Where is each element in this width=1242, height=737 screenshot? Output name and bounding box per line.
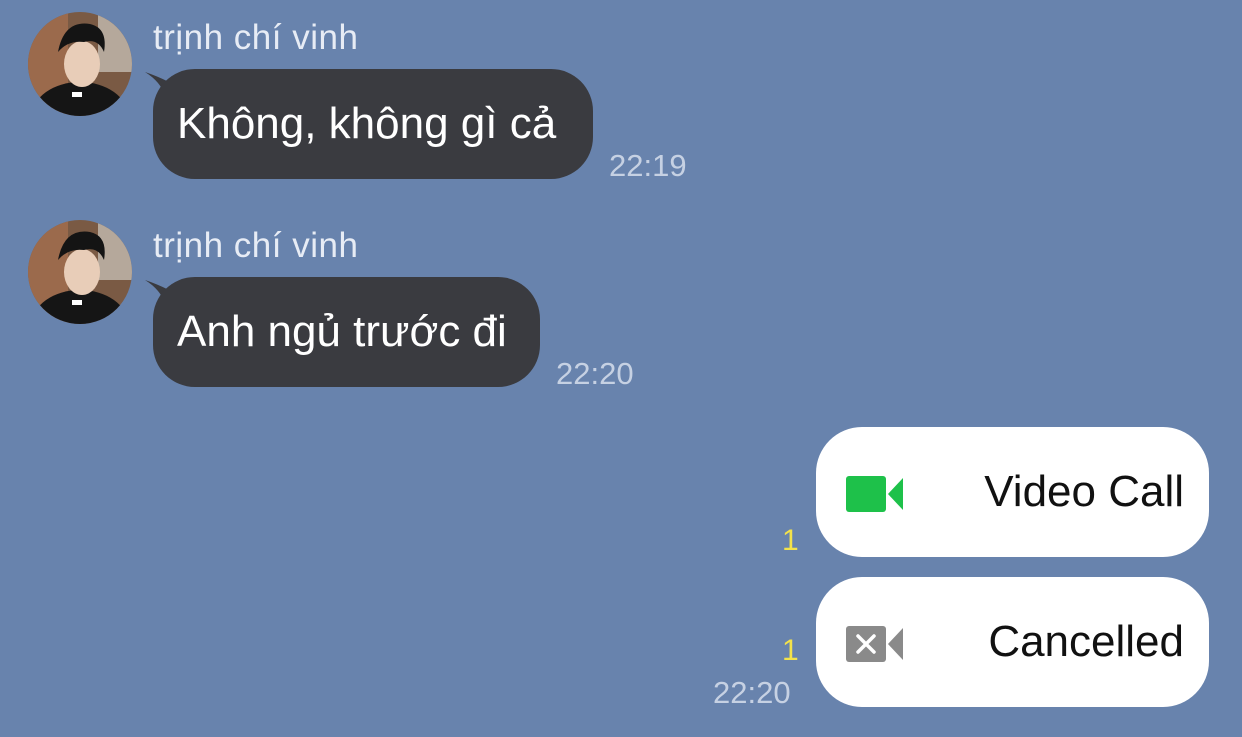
read-count: 1 bbox=[782, 524, 799, 557]
message-timestamp: 22:20 bbox=[713, 675, 791, 710]
message-text: Anh ngủ trước đi bbox=[177, 307, 507, 356]
avatar[interactable] bbox=[28, 12, 132, 116]
video-call-card[interactable]: Video Call bbox=[816, 427, 1209, 557]
read-count: 1 bbox=[782, 634, 799, 667]
sender-name: trịnh chí vinh bbox=[153, 226, 359, 265]
avatar[interactable] bbox=[28, 220, 132, 324]
message-timestamp: 22:19 bbox=[609, 148, 687, 183]
call-label: Cancelled bbox=[988, 617, 1184, 666]
sender-name: trịnh chí vinh bbox=[153, 18, 359, 57]
message-timestamp: 22:20 bbox=[556, 356, 634, 391]
video-camera-icon bbox=[846, 476, 903, 512]
video-cancelled-icon bbox=[846, 626, 903, 662]
incoming-message-bubble[interactable]: Anh ngủ trước đi bbox=[153, 277, 540, 387]
message-text: Không, không gì cả bbox=[177, 99, 557, 148]
call-label: Video Call bbox=[984, 467, 1184, 516]
avatar-photo bbox=[28, 12, 132, 116]
incoming-message-bubble[interactable]: Không, không gì cả bbox=[153, 69, 593, 179]
avatar-photo bbox=[28, 220, 132, 324]
cancelled-call-card[interactable]: Cancelled bbox=[816, 577, 1209, 707]
